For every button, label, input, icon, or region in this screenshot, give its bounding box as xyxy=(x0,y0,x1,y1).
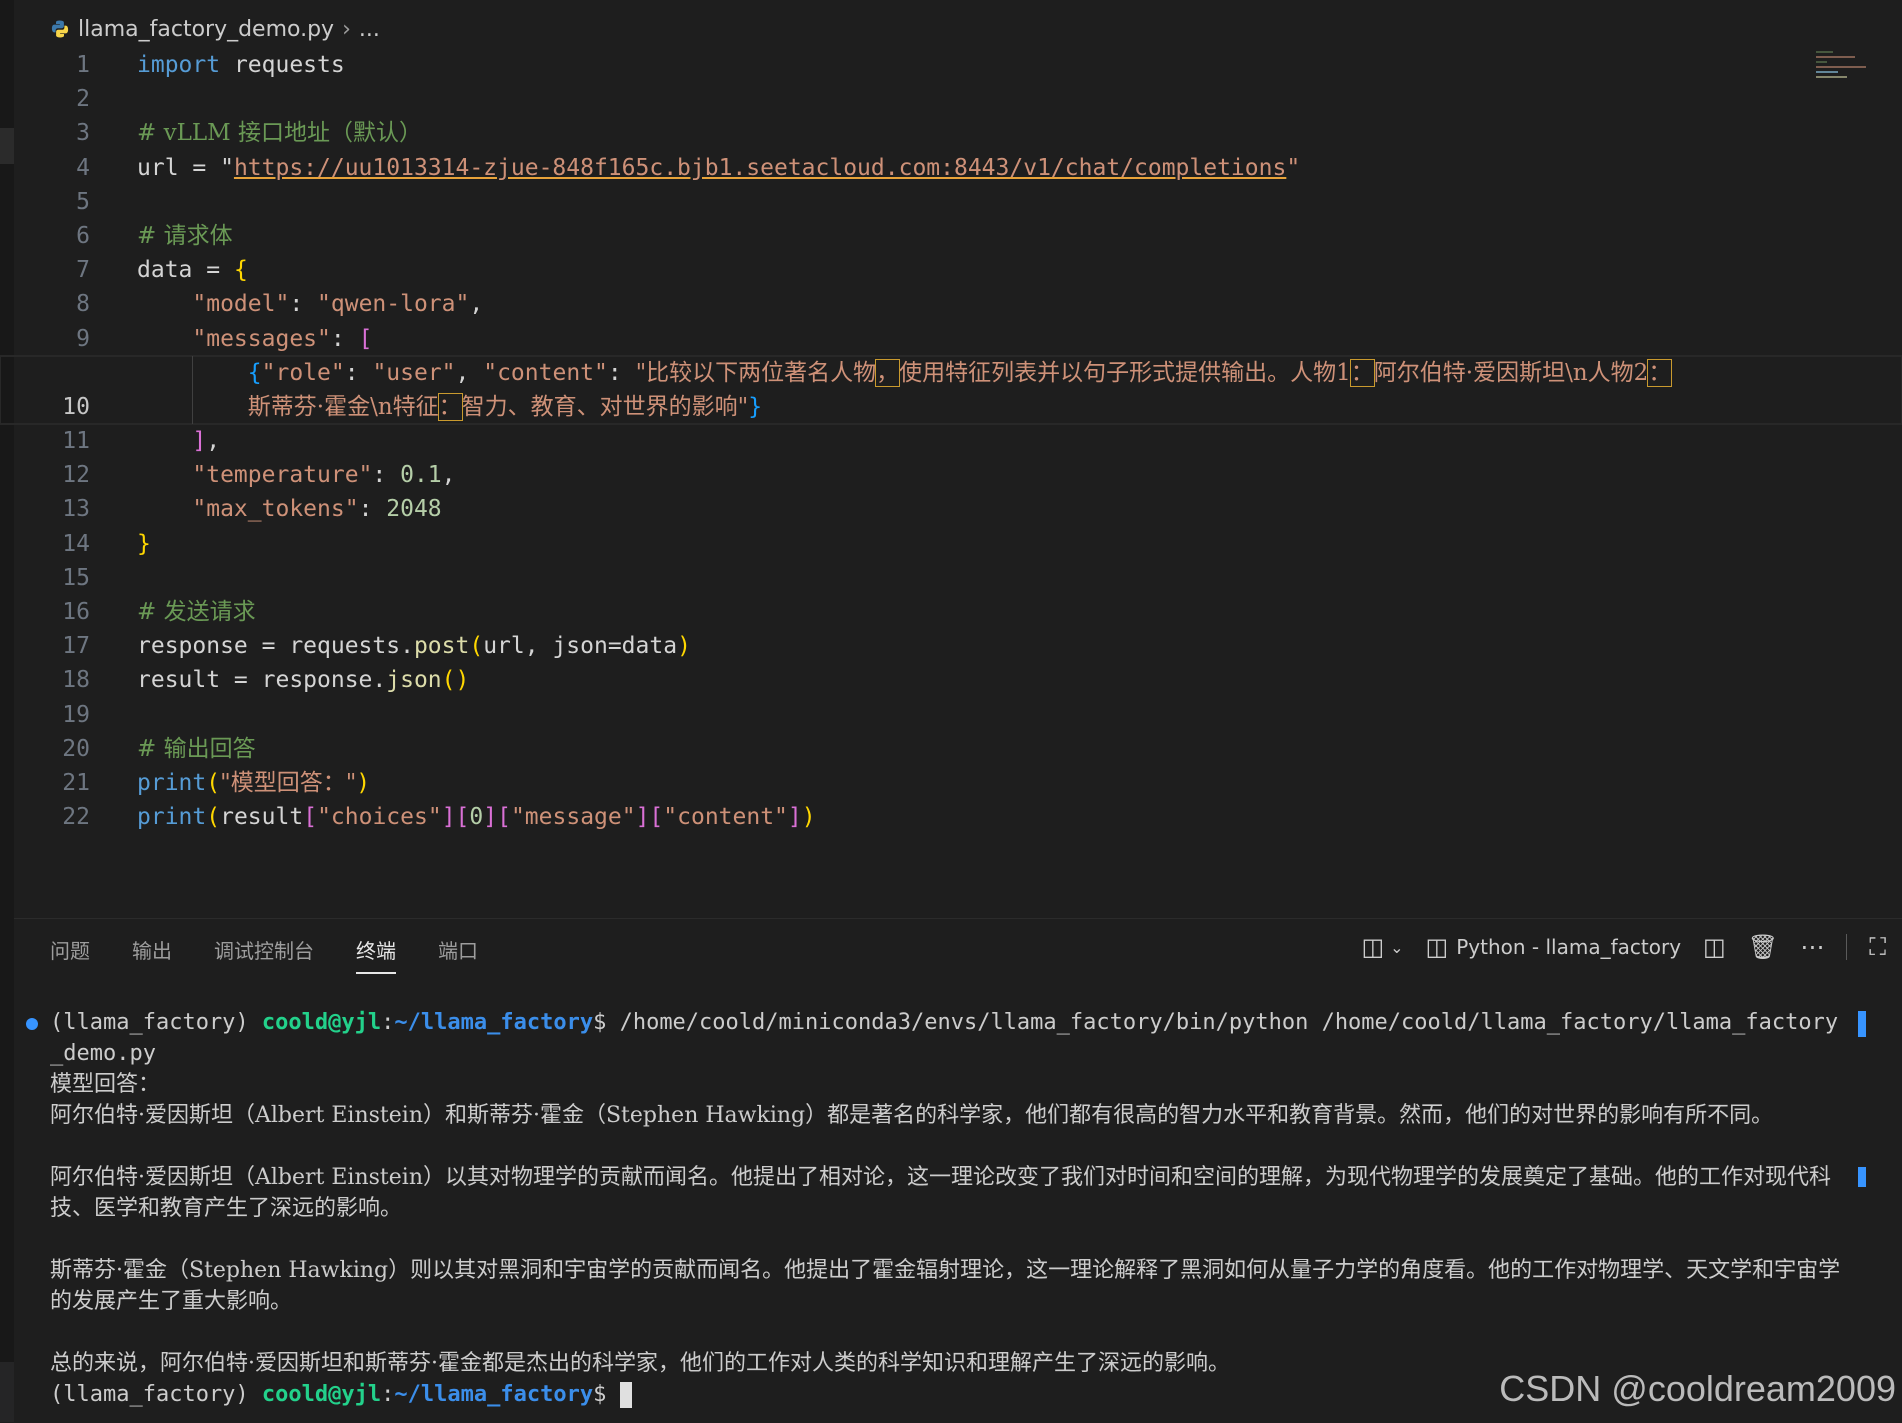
line-number: 17 xyxy=(62,633,90,660)
new-terminal-split-icon[interactable]: ◫ xyxy=(1361,933,1384,961)
code-line: 19 xyxy=(0,698,1902,732)
bottom-panel: 问题 输出 调试控制台 终端 端口 ◫ ⌄ ◫ Python - llama_f… xyxy=(14,918,1902,1423)
code-line: 13 "max_tokens": 2048 xyxy=(0,492,1902,526)
code-line: 16 # 发送请求 xyxy=(0,595,1902,629)
code-line: 4 url = "https://uu1013314-zjue-848f165c.… xyxy=(0,151,1902,185)
tab-debug-console[interactable]: 调试控制台 xyxy=(214,935,314,974)
line-number: 9 xyxy=(76,325,90,352)
code-line: 22 print(result["choices"][0]["message"][… xyxy=(0,800,1902,834)
line-number: 1 xyxy=(76,52,90,78)
code-line: 9 "messages": [ xyxy=(0,322,1902,356)
line-number: 20 xyxy=(62,735,90,762)
line-number: 21 xyxy=(62,769,90,796)
split-terminal-icon[interactable]: ◫ xyxy=(1703,933,1726,961)
line-number: 22 xyxy=(62,804,90,831)
tab-terminal[interactable]: 终端 xyxy=(356,935,396,974)
code-line: 8 "model": "qwen-lora", xyxy=(0,287,1902,321)
code-line: 11 ], xyxy=(0,424,1902,458)
line-number: 13 xyxy=(62,496,90,523)
terminal-cursor xyxy=(619,1382,632,1408)
terminal-line: 阿尔伯特·爱因斯坦（Albert Einstein）和斯蒂芬·霍金（Stephe… xyxy=(50,1103,1774,1128)
line-number: 12 xyxy=(62,462,90,489)
code-line: 17 response = requests.post(url, json=dat… xyxy=(0,629,1902,663)
chevron-down-icon[interactable]: ⌄ xyxy=(1390,938,1403,957)
code-line: 1 import requests xyxy=(0,48,1902,82)
terminal-scrollbar-marker[interactable] xyxy=(1858,1011,1866,1037)
line-number: 6 xyxy=(76,222,90,249)
breadcrumb: llama_factory_demo.py › ... xyxy=(50,12,380,46)
terminal-instance-label[interactable]: Python - llama_factory xyxy=(1456,935,1681,959)
line-number: 3 xyxy=(76,120,90,147)
code-line-current: 10 {"role": "user", "content": "比较以下两位著名… xyxy=(0,354,1902,426)
url-link[interactable]: https://uu1013314-zjue-848f165c.bjb1.see… xyxy=(234,155,1286,181)
tab-output[interactable]: 输出 xyxy=(132,935,172,974)
chevron-right-icon: › xyxy=(342,16,351,42)
terminal-scrollbar-marker[interactable] xyxy=(1858,1167,1866,1187)
code-line: 12 "temperature": 0.1, xyxy=(0,458,1902,492)
breadcrumb-more[interactable]: ... xyxy=(359,17,380,42)
line-number: 16 xyxy=(62,599,90,626)
maximize-panel-icon[interactable]: ⛶ xyxy=(1869,933,1886,961)
toolbar-divider xyxy=(1846,934,1848,960)
code-line: 3 # vLLM 接口地址（默认） xyxy=(0,116,1902,150)
terminal-split-icon: ◫ xyxy=(1425,933,1449,961)
line-number: 19 xyxy=(62,701,90,728)
command-decoration-icon[interactable] xyxy=(26,1018,38,1030)
code-line: 7 data = { xyxy=(0,253,1902,287)
code-line: 14} xyxy=(0,527,1902,561)
line-number: 10 xyxy=(62,393,90,420)
code-line: 2 xyxy=(0,82,1902,116)
terminal-line: 模型回答： xyxy=(50,1072,161,1097)
line-number: 11 xyxy=(62,428,90,455)
watermark: CSDN @cooldream2009 xyxy=(1499,1368,1896,1409)
code-line: 18 result = response.json() xyxy=(0,663,1902,697)
line-number: 4 xyxy=(76,154,90,181)
code-editor[interactable]: 1 import requests 2 3 # vLLM 接口地址（默认） 4 url… xyxy=(0,48,1902,834)
code-line: 15 xyxy=(0,561,1902,595)
breadcrumb-file[interactable]: llama_factory_demo.py xyxy=(78,17,334,42)
terminal-line: 阿尔伯特·爱因斯坦（Albert Einstein）以其对物理学的贡献而闻名。他… xyxy=(50,1165,1831,1221)
line-number: 2 xyxy=(76,86,90,113)
python-file-icon xyxy=(51,20,69,38)
terminal-line: 斯蒂芬·霍金（Stephen Hawking）则以其对黑洞和宇宙学的贡献而闻名。… xyxy=(50,1258,1841,1314)
line-number: 18 xyxy=(62,667,90,694)
line-number: 8 xyxy=(76,291,90,318)
panel-toolbar: ◫ ⌄ ◫ Python - llama_factory ◫ 🗑 ⋯ ⛶ xyxy=(1361,933,1886,961)
code-line: 21 print("模型回答：") xyxy=(0,766,1902,800)
trash-icon[interactable]: 🗑 xyxy=(1748,933,1778,961)
tab-ports[interactable]: 端口 xyxy=(438,935,478,974)
tab-problems[interactable]: 问题 xyxy=(50,935,90,974)
line-number: 7 xyxy=(76,257,90,284)
terminal-output[interactable]: (llama_factory) coold@yjl:~/llama_factor… xyxy=(14,1007,1844,1410)
code-line: 20 # 输出回答 xyxy=(0,732,1902,766)
more-actions-icon[interactable]: ⋯ xyxy=(1800,933,1824,961)
code-line: 6 # 请求体 xyxy=(0,219,1902,253)
code-line: 5 xyxy=(0,185,1902,219)
terminal-command-line: (llama_factory) coold@yjl:~/llama_factor… xyxy=(14,1007,1844,1069)
panel-tabs: 问题 输出 调试控制台 终端 端口 xyxy=(50,935,478,974)
line-number: 14 xyxy=(62,530,90,557)
line-number: 15 xyxy=(62,564,90,591)
line-number: 5 xyxy=(76,188,90,215)
